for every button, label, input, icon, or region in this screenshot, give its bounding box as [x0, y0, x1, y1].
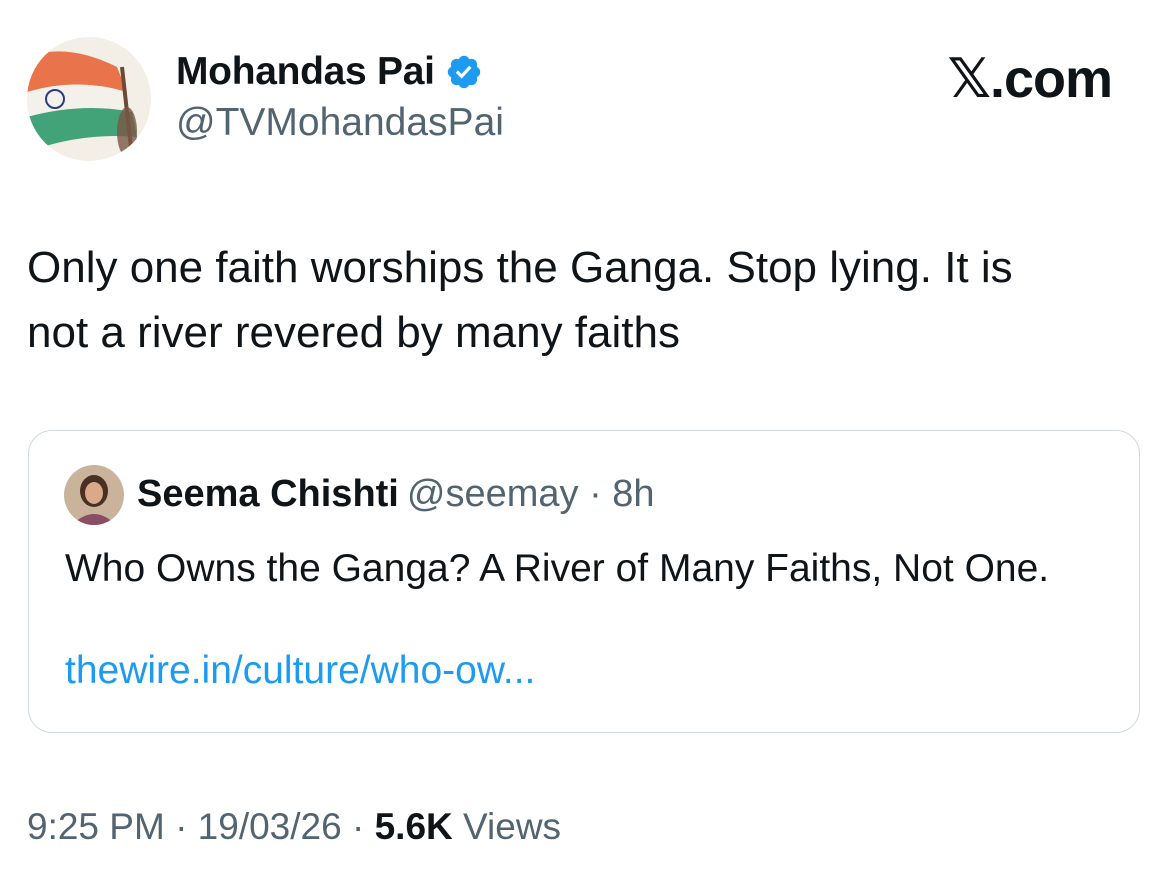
views-label: Views [452, 806, 562, 847]
tweet-text: Only one faith worships the Ganga. Stop … [27, 235, 1137, 365]
views-count: 5.6K [374, 806, 453, 847]
tweet-footer: 9:25 PM · 19/03/26 · 5.6K Views [27, 806, 561, 848]
quoted-display-name[interactable]: Seema Chishti [137, 473, 399, 515]
tweet-text-line-1: Only one faith worships the Ganga. Stop … [27, 243, 1013, 292]
verified-badge-icon [445, 53, 483, 91]
brand-logo: 𝕏.com [947, 49, 1113, 109]
author-avatar[interactable] [27, 37, 151, 161]
tweet-text-line-2: not a river revered by many faiths [27, 308, 680, 357]
author-name-row: Mohandas Pai [176, 50, 483, 94]
author-display-name[interactable]: Mohandas Pai [176, 50, 435, 94]
quoted-tweet-card[interactable]: Seema Chishti @seemay · 8h Who Owns the G… [28, 430, 1140, 733]
quoted-header: Seema Chishti @seemay · 8h [137, 473, 655, 516]
quoted-link[interactable]: thewire.in/culture/who-ow... [65, 649, 535, 693]
quoted-text: Who Owns the Ganga? A River of Many Fait… [65, 547, 1050, 590]
quoted-handle-time: @seemay · 8h [406, 473, 655, 515]
author-handle[interactable]: @TVMohandasPai [176, 101, 504, 145]
tweet-timestamp[interactable]: 9:25 PM · 19/03/26 · [27, 806, 375, 847]
quoted-author-avatar[interactable] [64, 465, 124, 525]
